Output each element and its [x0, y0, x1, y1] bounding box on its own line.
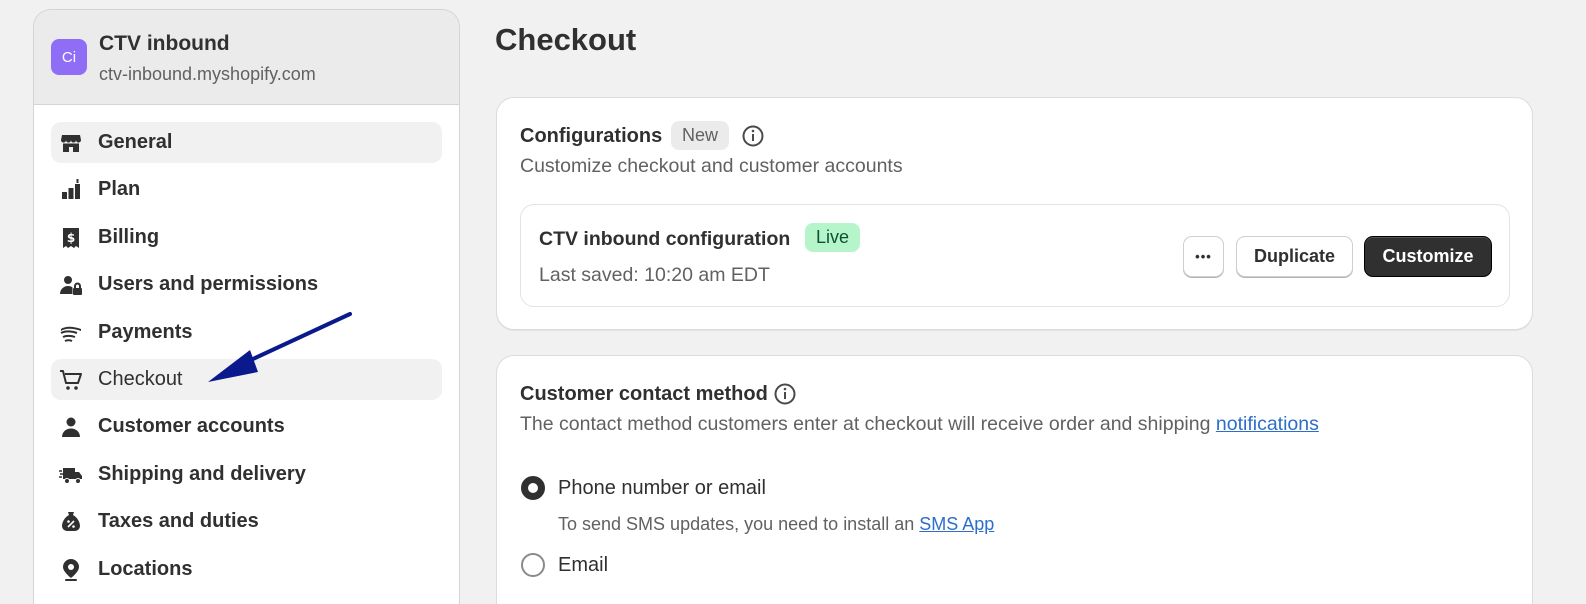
sidebar-item-billing[interactable]: $ Billing: [51, 217, 442, 258]
sms-hint: To send SMS updates, you need to install…: [558, 514, 994, 535]
live-badge: Live: [805, 223, 861, 252]
sidebar-item-plan[interactable]: Plan: [51, 169, 442, 210]
customize-button[interactable]: Customize: [1364, 236, 1492, 277]
sidebar-item-checkout[interactable]: Checkout: [51, 358, 442, 400]
sidebar-item-label: Payments: [98, 320, 193, 343]
contact-method-card: Customer contact method The contact meth…: [496, 355, 1533, 604]
info-icon[interactable]: [741, 124, 765, 148]
sidebar-item-customer-accounts[interactable]: Customer accounts: [51, 406, 442, 447]
radio-label-phone-or-email[interactable]: Phone number or email: [558, 477, 766, 500]
configurations-subtitle: Customize checkout and customer accounts: [520, 155, 903, 177]
truck-icon: [59, 467, 82, 484]
payments-icon: [60, 326, 81, 342]
radio-phone-or-email[interactable]: [521, 476, 545, 500]
sidebar-item-users[interactable]: Users and permissions: [51, 264, 442, 305]
sidebar-item-label: Checkout: [98, 367, 183, 390]
sidebar-item-shipping[interactable]: Shipping and delivery: [51, 454, 442, 495]
contact-method-title: Customer contact method: [520, 383, 768, 405]
notifications-link[interactable]: notifications: [1216, 413, 1319, 435]
new-badge: New: [671, 121, 730, 150]
sms-app-link[interactable]: SMS App: [919, 514, 994, 534]
store-header[interactable]: Ci CTV inbound ctv-inbound.myshopify.com: [34, 10, 459, 105]
settings-sidebar: Ci CTV inbound ctv-inbound.myshopify.com…: [33, 9, 460, 604]
store-avatar: Ci: [51, 39, 87, 75]
radio-email[interactable]: [521, 553, 545, 577]
sidebar-item-label: Users and permissions: [98, 273, 319, 296]
cart-icon: [60, 369, 82, 390]
sidebar-item-label: General: [98, 131, 173, 153]
sidebar-item-label: Locations: [98, 557, 193, 580]
duplicate-button[interactable]: Duplicate: [1236, 236, 1353, 277]
description-text: The contact method customers enter at ch…: [520, 413, 1211, 435]
person-icon: [62, 417, 80, 438]
more-icon: •••: [1195, 249, 1212, 264]
configurations-card: Configurations New Customize checkout an…: [496, 97, 1533, 330]
sidebar-item-general[interactable]: General: [51, 122, 442, 163]
page-title: Checkout: [495, 22, 637, 57]
sidebar-item-locations[interactable]: Locations: [51, 549, 442, 590]
contact-method-description: The contact method customers enter at ch…: [520, 413, 1319, 436]
configuration-row: CTV inbound configuration Live Last save…: [520, 204, 1510, 307]
more-actions-button[interactable]: •••: [1183, 236, 1224, 277]
configuration-name: CTV inbound configuration: [539, 228, 791, 250]
sidebar-item-label: Shipping and delivery: [98, 462, 306, 485]
sidebar-item-label: Taxes and duties: [98, 510, 259, 533]
settings-nav: General Plan $ Billing Users and permiss…: [34, 105, 459, 604]
svg-text:$: $: [67, 231, 75, 245]
tax-icon: [62, 512, 80, 532]
users-icon: [60, 276, 82, 296]
last-saved-text: Last saved: 10:20 am EDT: [539, 264, 770, 286]
location-icon: [63, 558, 79, 581]
sidebar-item-taxes[interactable]: Taxes and duties: [51, 501, 442, 542]
plan-icon: [62, 179, 80, 200]
sidebar-item-label: Plan: [98, 178, 141, 201]
store-domain: ctv-inbound.myshopify.com: [99, 64, 316, 84]
configurations-title: Configurations: [520, 125, 663, 147]
billing-icon: $: [63, 227, 79, 248]
sidebar-item-label: Billing: [98, 225, 160, 248]
store-icon: [61, 135, 81, 152]
radio-label-email[interactable]: Email: [558, 554, 608, 577]
sidebar-item-payments[interactable]: Payments: [51, 312, 442, 353]
sidebar-item-label: Customer accounts: [98, 415, 285, 438]
store-name: CTV inbound: [99, 32, 230, 55]
sms-hint-text: To send SMS updates, you need to install…: [558, 514, 915, 534]
info-icon[interactable]: [773, 382, 797, 406]
